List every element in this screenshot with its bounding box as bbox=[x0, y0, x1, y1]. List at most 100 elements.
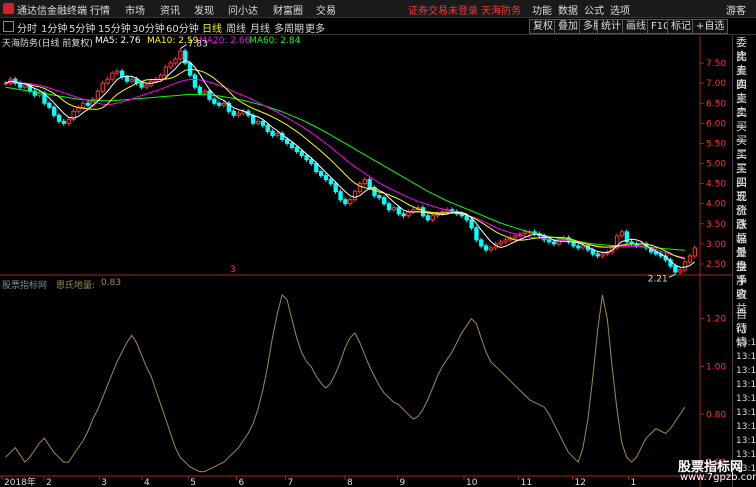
price-tick-label-6: 4.50 bbox=[706, 180, 726, 190]
candle-body bbox=[289, 142, 295, 148]
candle-body bbox=[401, 213, 406, 217]
sidebar-time-1: 13:12 bbox=[736, 352, 756, 362]
candle-body bbox=[284, 138, 290, 144]
date-label-5: 6 bbox=[239, 478, 245, 487]
candle-body bbox=[352, 191, 358, 201]
candle-body bbox=[479, 239, 484, 247]
candle-body bbox=[255, 120, 261, 124]
candle-body bbox=[173, 58, 178, 64]
candle-body bbox=[367, 179, 372, 189]
candle-body bbox=[294, 146, 300, 152]
candle-body bbox=[678, 269, 683, 273]
sidebar-time-0: 13:11 bbox=[736, 338, 756, 348]
ma10-line bbox=[5, 68, 686, 260]
candle-body bbox=[522, 231, 528, 235]
candle-body bbox=[124, 76, 130, 82]
watermark-url: www.7gpzb.com bbox=[680, 472, 756, 483]
high-marker-label: 7.83 bbox=[188, 40, 208, 50]
candle-body bbox=[260, 120, 266, 126]
candle-body bbox=[212, 98, 217, 104]
candle-body bbox=[377, 195, 382, 199]
price-tick-label-8: 3.50 bbox=[706, 220, 726, 230]
date-label-3: 4 bbox=[144, 478, 150, 487]
candle-body bbox=[81, 102, 86, 108]
candle-body bbox=[333, 183, 338, 193]
candle-body bbox=[498, 241, 503, 245]
candle-body bbox=[61, 120, 67, 124]
candle-body bbox=[95, 90, 101, 100]
candle-body bbox=[217, 102, 222, 106]
candle-body bbox=[105, 78, 110, 84]
quote-sidebar: 委比 卖五 卖四 卖三 卖二 卖一 买一 买二 买三 买四 买五 现价 涨跌 涨幅 总量 外盘 换手 净资 收益 自动… bbox=[732, 36, 756, 487]
candle-body bbox=[197, 86, 202, 94]
candle-body bbox=[231, 110, 236, 116]
candle-body bbox=[391, 207, 397, 211]
price-tick-label-9: 3.00 bbox=[706, 240, 726, 250]
candle-body bbox=[396, 207, 401, 215]
date-label-12: 1 bbox=[631, 478, 637, 487]
price-tick-label-1: 7.00 bbox=[706, 79, 726, 89]
candle-body bbox=[309, 159, 314, 165]
date-label-6: 7 bbox=[288, 478, 294, 487]
candle-body bbox=[343, 199, 348, 205]
candle-body bbox=[430, 215, 435, 221]
sidebar-time-7: 13:14 bbox=[736, 436, 756, 446]
candle-body bbox=[425, 215, 431, 221]
price-tick-label-2: 6.50 bbox=[706, 99, 726, 109]
candle-body bbox=[221, 102, 227, 106]
candle-body bbox=[168, 62, 173, 68]
candle-body bbox=[581, 245, 586, 249]
candle-body bbox=[576, 245, 581, 249]
candle-body bbox=[202, 90, 207, 94]
candle-body bbox=[158, 74, 164, 80]
candle-body bbox=[100, 82, 105, 92]
candle-body bbox=[144, 84, 149, 88]
candle-body bbox=[139, 82, 144, 88]
price-chart[interactable]: 7.50 7.00 6.50 6.00 5.50 5.00 4.50 4.00 3.50 3.00… bbox=[0, 0, 756, 487]
ma5-line bbox=[5, 60, 695, 268]
candle-body bbox=[129, 78, 135, 82]
date-label-0: 2018年 bbox=[4, 476, 36, 487]
candle-body bbox=[673, 265, 678, 273]
date-label-10: 11 bbox=[521, 478, 532, 487]
date-label-7: 8 bbox=[347, 478, 353, 487]
candle-body bbox=[600, 253, 605, 257]
candle-body bbox=[318, 171, 324, 177]
candle-body bbox=[386, 203, 392, 211]
ma60-line bbox=[5, 86, 685, 251]
candle-body bbox=[687, 255, 693, 263]
price-tick-label-10: 2.50 bbox=[706, 260, 726, 270]
candle-body bbox=[47, 102, 52, 108]
candle-body bbox=[513, 235, 518, 239]
sidebar-time-4: 13:14 bbox=[736, 394, 756, 404]
candle-body bbox=[86, 102, 91, 106]
candle-body bbox=[328, 179, 334, 185]
candle-body bbox=[547, 239, 552, 243]
sidebar-time-3: 13:13 bbox=[736, 380, 756, 390]
candle-body bbox=[66, 118, 71, 124]
price-tick-label-5: 5.00 bbox=[706, 160, 726, 170]
candle-body bbox=[483, 245, 489, 251]
candle-body bbox=[275, 132, 280, 136]
candle-body bbox=[22, 84, 28, 88]
candle-body bbox=[115, 70, 120, 74]
ind-tick-label-2: 0.80 bbox=[706, 410, 726, 420]
candle-body bbox=[503, 239, 508, 243]
candle-body bbox=[469, 219, 474, 229]
candle-body bbox=[474, 227, 479, 241]
candle-body bbox=[595, 253, 600, 257]
candle-body bbox=[551, 241, 557, 245]
bottom-marker-label: 3 bbox=[230, 265, 236, 275]
candle-body bbox=[163, 66, 169, 76]
candle-body bbox=[270, 130, 275, 136]
candle-body bbox=[236, 112, 241, 116]
date-label-9: 10 bbox=[466, 478, 478, 487]
candle-body bbox=[265, 124, 270, 132]
sidebar-time-5: 13:14 bbox=[736, 408, 756, 418]
candle-body bbox=[110, 72, 115, 80]
price-tick-label-0: 7.50 bbox=[706, 59, 726, 69]
candle-body bbox=[304, 154, 309, 161]
candle-body bbox=[357, 183, 363, 193]
candle-body bbox=[323, 175, 329, 181]
high-marker-line bbox=[179, 44, 187, 50]
